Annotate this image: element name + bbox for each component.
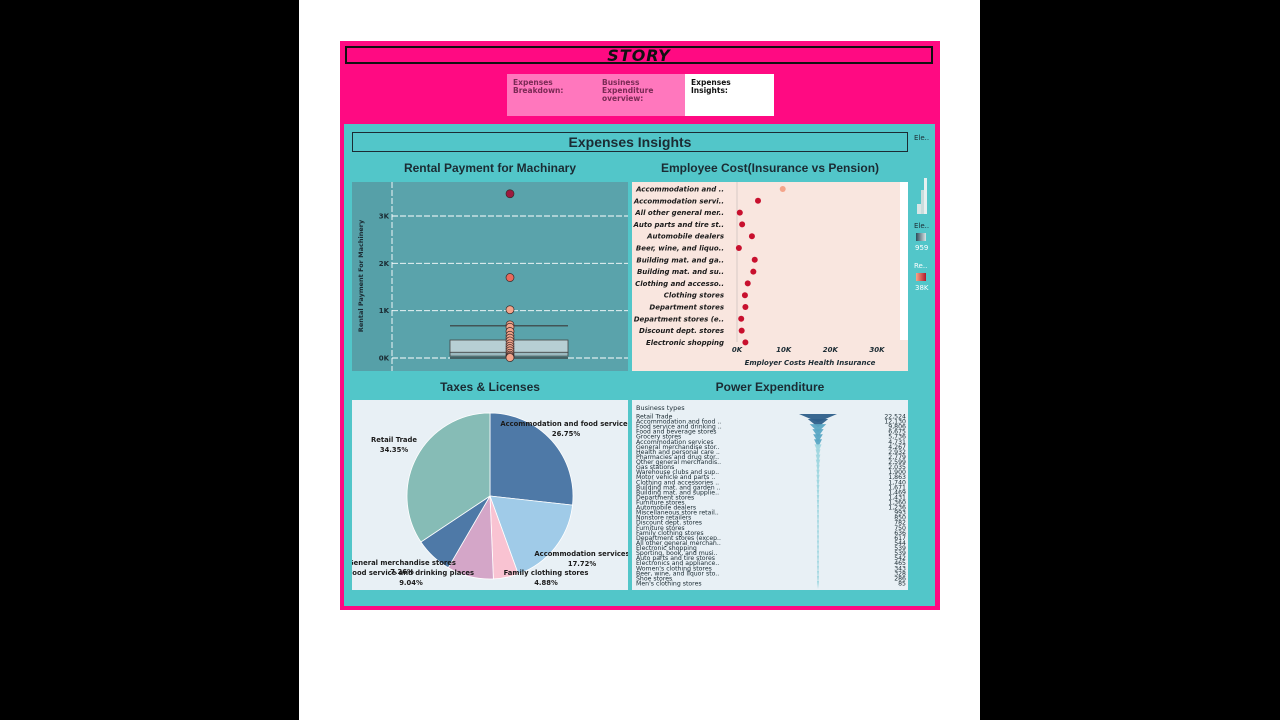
pie-label-pct: 9.04% [399, 579, 423, 587]
pie-label-name: Family clothing stores [504, 569, 589, 577]
employee-category-label: Auto parts and tire st.. [633, 221, 725, 229]
rental-ylabel: Rental Payment For Machinery [357, 219, 365, 332]
employee-category-label: Department stores [649, 304, 724, 312]
employee-point[interactable] [738, 327, 745, 334]
employee-point[interactable] [750, 268, 757, 275]
legend-ele-value: 959 [915, 244, 929, 252]
employee-xtick: 10K [776, 346, 792, 354]
employee-xtick: 0K [732, 346, 743, 354]
employee-dot-chart[interactable]: Accommodation and .. Accommodation servi.… [632, 182, 908, 371]
tab-business-expenditure[interactable]: Business Expenditure overview: [596, 74, 685, 116]
pie-label-name: Accommodation and food services [500, 420, 628, 428]
rental-point[interactable] [505, 305, 515, 315]
pie-label-name: Accommodation services [534, 550, 628, 558]
legend-re-label: Re.. [914, 262, 928, 270]
pie-label-pct: 7.26% [390, 568, 414, 576]
dashboard-title: Expenses Insights [352, 132, 908, 152]
employee-point[interactable] [748, 233, 755, 240]
legend-ele-label-2: Ele.. [914, 222, 930, 230]
employee-point[interactable] [751, 256, 758, 263]
taxes-pie-chart[interactable]: Accommodation and food services 26.75% Acc… [352, 400, 628, 590]
pie-label-pct: 34.35% [380, 446, 408, 454]
power-title: Power Expenditure [715, 380, 825, 394]
power-header: Business types [636, 404, 685, 412]
employee-point[interactable] [742, 339, 749, 346]
employee-category-label: Clothing and accesso.. [635, 280, 724, 288]
employee-category-label: All other general mer.. [634, 209, 724, 217]
rental-ytick: 2K [379, 260, 390, 268]
rental-point[interactable] [505, 189, 515, 199]
employee-point[interactable] [741, 292, 748, 299]
employee-category-label: Department stores (e.. [634, 315, 724, 323]
employee-category-label: Building mat. and su.. [637, 268, 724, 276]
employee-category-label: Building mat. and ga.. [636, 256, 724, 264]
pie-label-pct: 4.88% [534, 579, 558, 587]
employee-xtick: 20K [823, 346, 839, 354]
employee-category-label: Accommodation servi.. [633, 197, 724, 205]
rental-ytick: 3K [379, 213, 390, 221]
story-title: STORY [345, 46, 933, 64]
rental-point[interactable] [505, 353, 515, 362]
employee-title: Employee Cost(Insurance vs Pension) [660, 161, 880, 175]
rental-point[interactable] [505, 273, 515, 282]
employee-point[interactable] [742, 304, 749, 310]
pie-label-name: General merchandise stores [352, 559, 456, 567]
power-funnel-chart[interactable]: Business types Retail Trade 22,524Accommo… [632, 400, 908, 590]
employee-point[interactable] [739, 221, 746, 228]
legend-size-icon [917, 178, 927, 214]
power-category-label: Men's clothing stores [636, 580, 702, 587]
employee-category-label: Automobile dealers [646, 233, 724, 241]
employee-xtick: 30K [869, 346, 885, 354]
legend-re-value: 38K [915, 284, 929, 292]
rental-ytick: 0K [379, 355, 390, 363]
employee-xlabel: Employer Costs Health Insurance [745, 359, 876, 367]
employee-scrollbar[interactable] [900, 182, 908, 340]
employee-point[interactable] [735, 245, 742, 251]
employee-point[interactable] [736, 209, 743, 216]
employee-point[interactable] [738, 315, 745, 322]
pie-label-name: Retail Trade [371, 436, 417, 444]
employee-category-label: Discount dept. stores [639, 327, 724, 335]
legend-gradient-1[interactable] [916, 233, 926, 241]
tab-expenses-insights[interactable]: Expenses Insights: [685, 74, 774, 116]
legend-ele-label-1: Ele.. [914, 134, 930, 142]
employee-category-label: Beer, wine, and liquo.. [636, 245, 724, 253]
employee-category-label: Accommodation and .. [635, 186, 724, 194]
taxes-title: Taxes & Licenses [440, 380, 540, 394]
employee-category-label: Clothing stores [664, 292, 724, 300]
employee-point[interactable] [755, 197, 761, 204]
legend-gradient-2[interactable] [916, 273, 926, 281]
rental-title: Rental Payment for Machinary [403, 161, 577, 175]
pie-label-pct: 17.72% [568, 560, 596, 568]
employee-point[interactable] [744, 280, 751, 287]
employee-point[interactable] [779, 186, 786, 192]
power-value-label: 85 [898, 580, 906, 587]
pie-label-pct: 26.75% [552, 430, 580, 438]
employee-category-label: Electronic shopping [646, 339, 724, 347]
tab-expenses-breakdown[interactable]: Expenses Breakdown: [507, 74, 596, 116]
rental-ytick: 1K [379, 307, 390, 315]
rental-boxplot-chart[interactable]: Rental Payment For Machinery 0K 1K 2K 3K [352, 182, 628, 371]
